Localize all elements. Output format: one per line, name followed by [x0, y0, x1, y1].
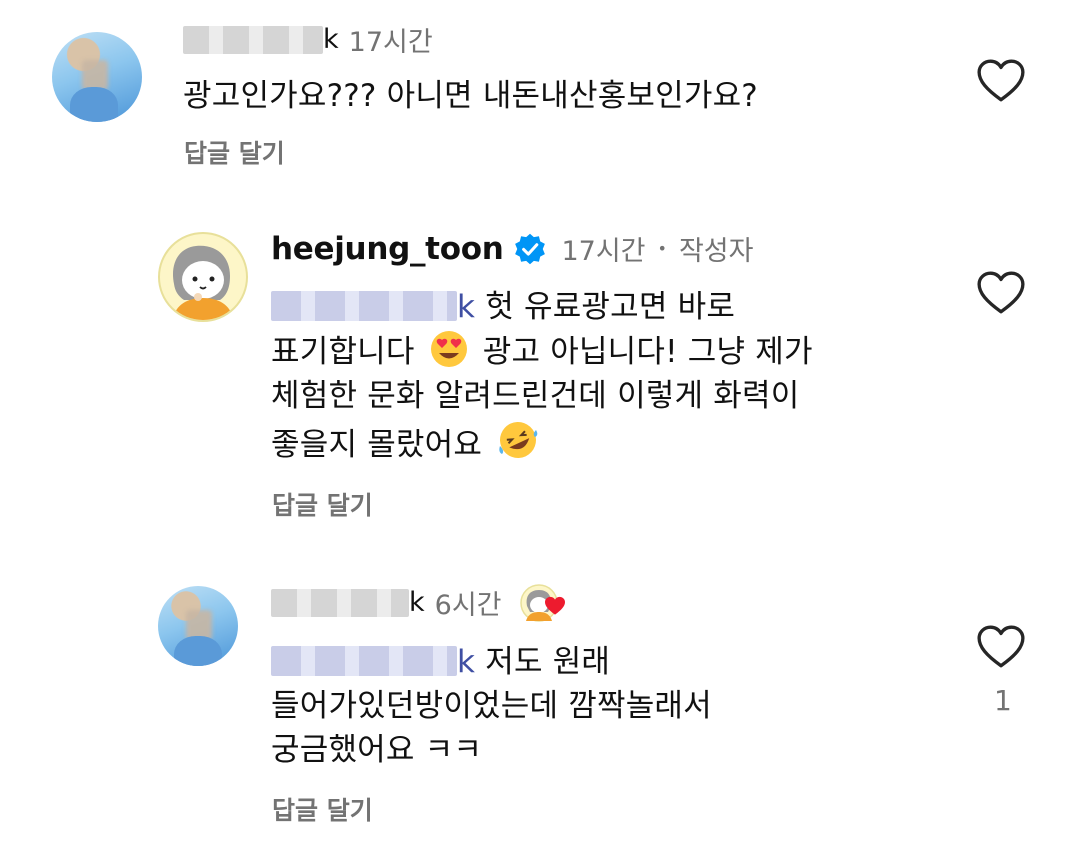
red-heart-icon	[544, 596, 565, 615]
comment-text: k 헛 유료광고면 바로 표기합니다 광고 아닙니다! 그냥 제가 체험한 문화…	[271, 285, 813, 467]
comment-meta: k 6시간	[271, 583, 565, 622]
avatar[interactable]	[52, 32, 142, 122]
redacted-mention[interactable]	[271, 291, 457, 321]
heart-eyes-emoji-icon	[430, 331, 467, 367]
text-segment: 헛 유료광고면 바로	[485, 289, 736, 325]
text-segment: 표기합니다	[271, 334, 415, 370]
heart-icon[interactable]	[976, 624, 1026, 670]
reply-button[interactable]: 답글 달기	[272, 486, 373, 522]
text-line-4: 좋을지 몰랐어요	[271, 418, 813, 467]
redacted-mention[interactable]	[271, 646, 457, 676]
like-count: 1	[994, 684, 1012, 717]
cartoon-girl-icon	[172, 245, 234, 320]
heart-icon[interactable]	[976, 58, 1026, 104]
text-line-1: k 저도 원래	[271, 640, 712, 684]
separator-dot: •	[657, 239, 667, 258]
reply-button[interactable]: 답글 달기	[184, 134, 285, 170]
text-line-3: 체험한 문화 알려드린건데 이렇게 화력이	[271, 378, 800, 414]
text-line-2: 들어가있던방이었는데 깜짝놀래서	[271, 688, 712, 724]
redacted-username[interactable]	[183, 25, 323, 54]
username-tail: k	[323, 24, 339, 55]
mention-tail[interactable]: k	[457, 644, 475, 680]
username-tail: k	[409, 587, 425, 618]
timestamp: 17시간	[561, 236, 646, 267]
mention-tail[interactable]: k	[457, 289, 475, 325]
redacted-username[interactable]	[271, 588, 409, 617]
avatar[interactable]	[158, 586, 238, 666]
timestamp: 17시간	[348, 27, 433, 58]
reply-button[interactable]: 답글 달기	[272, 791, 373, 827]
text-segment: 광고 아닙니다! 그냥 제가	[482, 334, 813, 370]
verified-badge-icon	[515, 233, 546, 264]
author-badge: 작성자	[678, 236, 754, 267]
rofl-emoji-icon	[499, 422, 538, 458]
timestamp: 6시간	[434, 590, 502, 621]
comment-text: k 저도 원래 들어가있던방이었는데 깜짝놀래서 궁금했어요 ㅋㅋ	[271, 640, 712, 772]
heart-icon[interactable]	[976, 270, 1026, 316]
text-line-3: 궁금했어요 ㅋㅋ	[271, 732, 483, 768]
text-segment: 좋을지 몰랐어요	[271, 427, 483, 463]
username[interactable]: heejung_toon	[271, 231, 504, 267]
text-segment: 저도 원래	[485, 644, 611, 680]
comment-meta: k 17시간	[183, 20, 433, 59]
liked-by-author-indicator	[519, 583, 565, 622]
comment-text: 광고인가요??? 아니면 내돈내산홍보인가요?	[183, 78, 758, 114]
text-line-1: k 헛 유료광고면 바로	[271, 285, 813, 329]
author-avatar[interactable]	[158, 232, 248, 322]
text-line-2: 표기합니다 광고 아닙니다! 그냥 제가	[271, 329, 813, 374]
comment-meta: heejung_toon 17시간 • 작성자	[271, 229, 753, 268]
